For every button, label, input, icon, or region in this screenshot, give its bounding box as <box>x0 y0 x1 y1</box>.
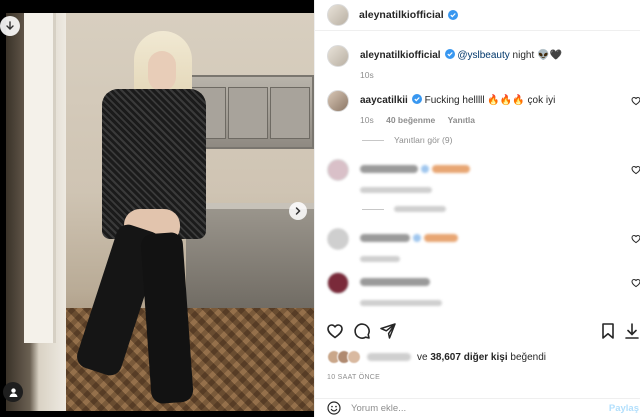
author-avatar[interactable] <box>327 45 349 67</box>
blurred-comment-text <box>360 278 430 287</box>
replies-line <box>362 208 384 210</box>
blurred-badge <box>412 234 421 243</box>
caption-emoji: 👽🖤 <box>537 50 562 61</box>
caption-text: night <box>509 50 535 61</box>
blurred-username <box>360 234 410 243</box>
likes-prefix: ve <box>417 351 428 363</box>
caption: aleynatilkiofficial @yslbeauty night 👽🖤 … <box>327 45 640 85</box>
download-arrow-icon[interactable] <box>624 322 640 340</box>
comment-reply-button[interactable]: Yanıtla <box>448 115 475 125</box>
post-action-bar <box>315 318 640 346</box>
comments-list[interactable]: aleynatilkiofficial @yslbeauty night 👽🖤 … <box>315 31 640 314</box>
verified-badge-icon <box>444 49 455 59</box>
heart-icon[interactable] <box>326 322 344 340</box>
next-image-button[interactable] <box>289 202 307 220</box>
verified-badge-icon <box>447 10 458 20</box>
likes-suffix: beğendi <box>510 351 546 363</box>
blurred-replies-label <box>394 206 446 212</box>
comment-icon[interactable] <box>353 322 371 340</box>
likes-count[interactable]: 38,607 diğer kişi <box>430 352 507 363</box>
caption-username[interactable]: aleynatilkiofficial <box>360 50 441 61</box>
comment-item-blurred <box>327 272 640 306</box>
comment-time: 10s <box>360 115 374 125</box>
add-comment-bar: Yorum ekle... Paylaş <box>315 398 640 417</box>
download-button[interactable] <box>0 16 20 36</box>
verified-badge-icon <box>411 94 422 104</box>
post-timestamp: 10 SAAT ÖNCE <box>327 374 381 381</box>
post-photo[interactable] <box>0 0 314 417</box>
tagged-users-button[interactable] <box>3 382 23 402</box>
arrow-down-icon <box>6 21 14 30</box>
comment-text-after: çok iyi <box>524 95 556 106</box>
photo-doorframe <box>24 13 56 343</box>
caption-mention-link[interactable]: @yslbeauty <box>457 50 509 61</box>
comment-item: aaycatilkii Fucking helllll 🔥🔥🔥 çok iyi … <box>327 90 640 130</box>
caption-time: 10s <box>360 70 374 80</box>
likes-summary[interactable]: ve 38,607 diğer kişi beğendi <box>327 350 546 364</box>
blurred-emoji <box>431 165 470 174</box>
photo-scene <box>6 13 314 411</box>
view-replies-button-blurred[interactable] <box>362 206 446 212</box>
replies-line <box>362 139 384 141</box>
add-comment-input[interactable]: Yorum ekle... <box>351 403 609 414</box>
commenter-avatar[interactable] <box>327 90 349 112</box>
view-replies-button[interactable]: Yanıtları gör (9) <box>362 135 452 145</box>
chevron-right-icon <box>295 207 301 215</box>
liker-avatars <box>327 350 361 364</box>
emoji-smiley-icon[interactable] <box>327 401 341 415</box>
author-avatar[interactable] <box>327 4 349 26</box>
commenter-avatar[interactable] <box>327 272 349 294</box>
post-header: aleynatilkiofficial <box>315 0 640 31</box>
photo-person-face <box>148 51 176 91</box>
blurred-emoji <box>423 234 458 243</box>
comment-like-heart-icon[interactable] <box>631 165 640 175</box>
comment-like-heart-icon[interactable] <box>631 96 640 106</box>
post-side-panel: aleynatilkiofficial aleynatilkiofficial … <box>314 0 640 417</box>
comment-username[interactable]: aaycatilkii <box>360 95 408 106</box>
user-icon <box>9 387 17 397</box>
view-replies-label: Yanıtları gör (9) <box>394 135 453 145</box>
commenter-avatar[interactable] <box>327 159 349 181</box>
post-comment-button[interactable]: Paylaş <box>609 403 639 414</box>
paper-plane-icon[interactable] <box>379 322 397 340</box>
blurred-meta <box>360 186 432 193</box>
comment-emoji: 🔥🔥🔥 <box>487 95 525 106</box>
comment-like-heart-icon[interactable] <box>631 278 640 288</box>
comment-likes-count[interactable]: 40 beğenme <box>386 115 435 125</box>
blurred-badge <box>420 165 429 174</box>
commenter-avatar[interactable] <box>327 228 349 250</box>
comment-item-blurred <box>327 159 640 193</box>
blurred-liker-name <box>367 353 411 361</box>
blurred-username <box>360 165 418 174</box>
bookmark-icon[interactable] <box>600 322 616 340</box>
blurred-meta <box>360 255 400 262</box>
comment-like-heart-icon[interactable] <box>631 234 640 244</box>
author-username[interactable]: aleynatilkiofficial <box>359 9 444 21</box>
comment-text: Fucking helllll <box>424 95 488 106</box>
blurred-meta <box>360 299 442 306</box>
comment-item-blurred <box>327 228 640 262</box>
